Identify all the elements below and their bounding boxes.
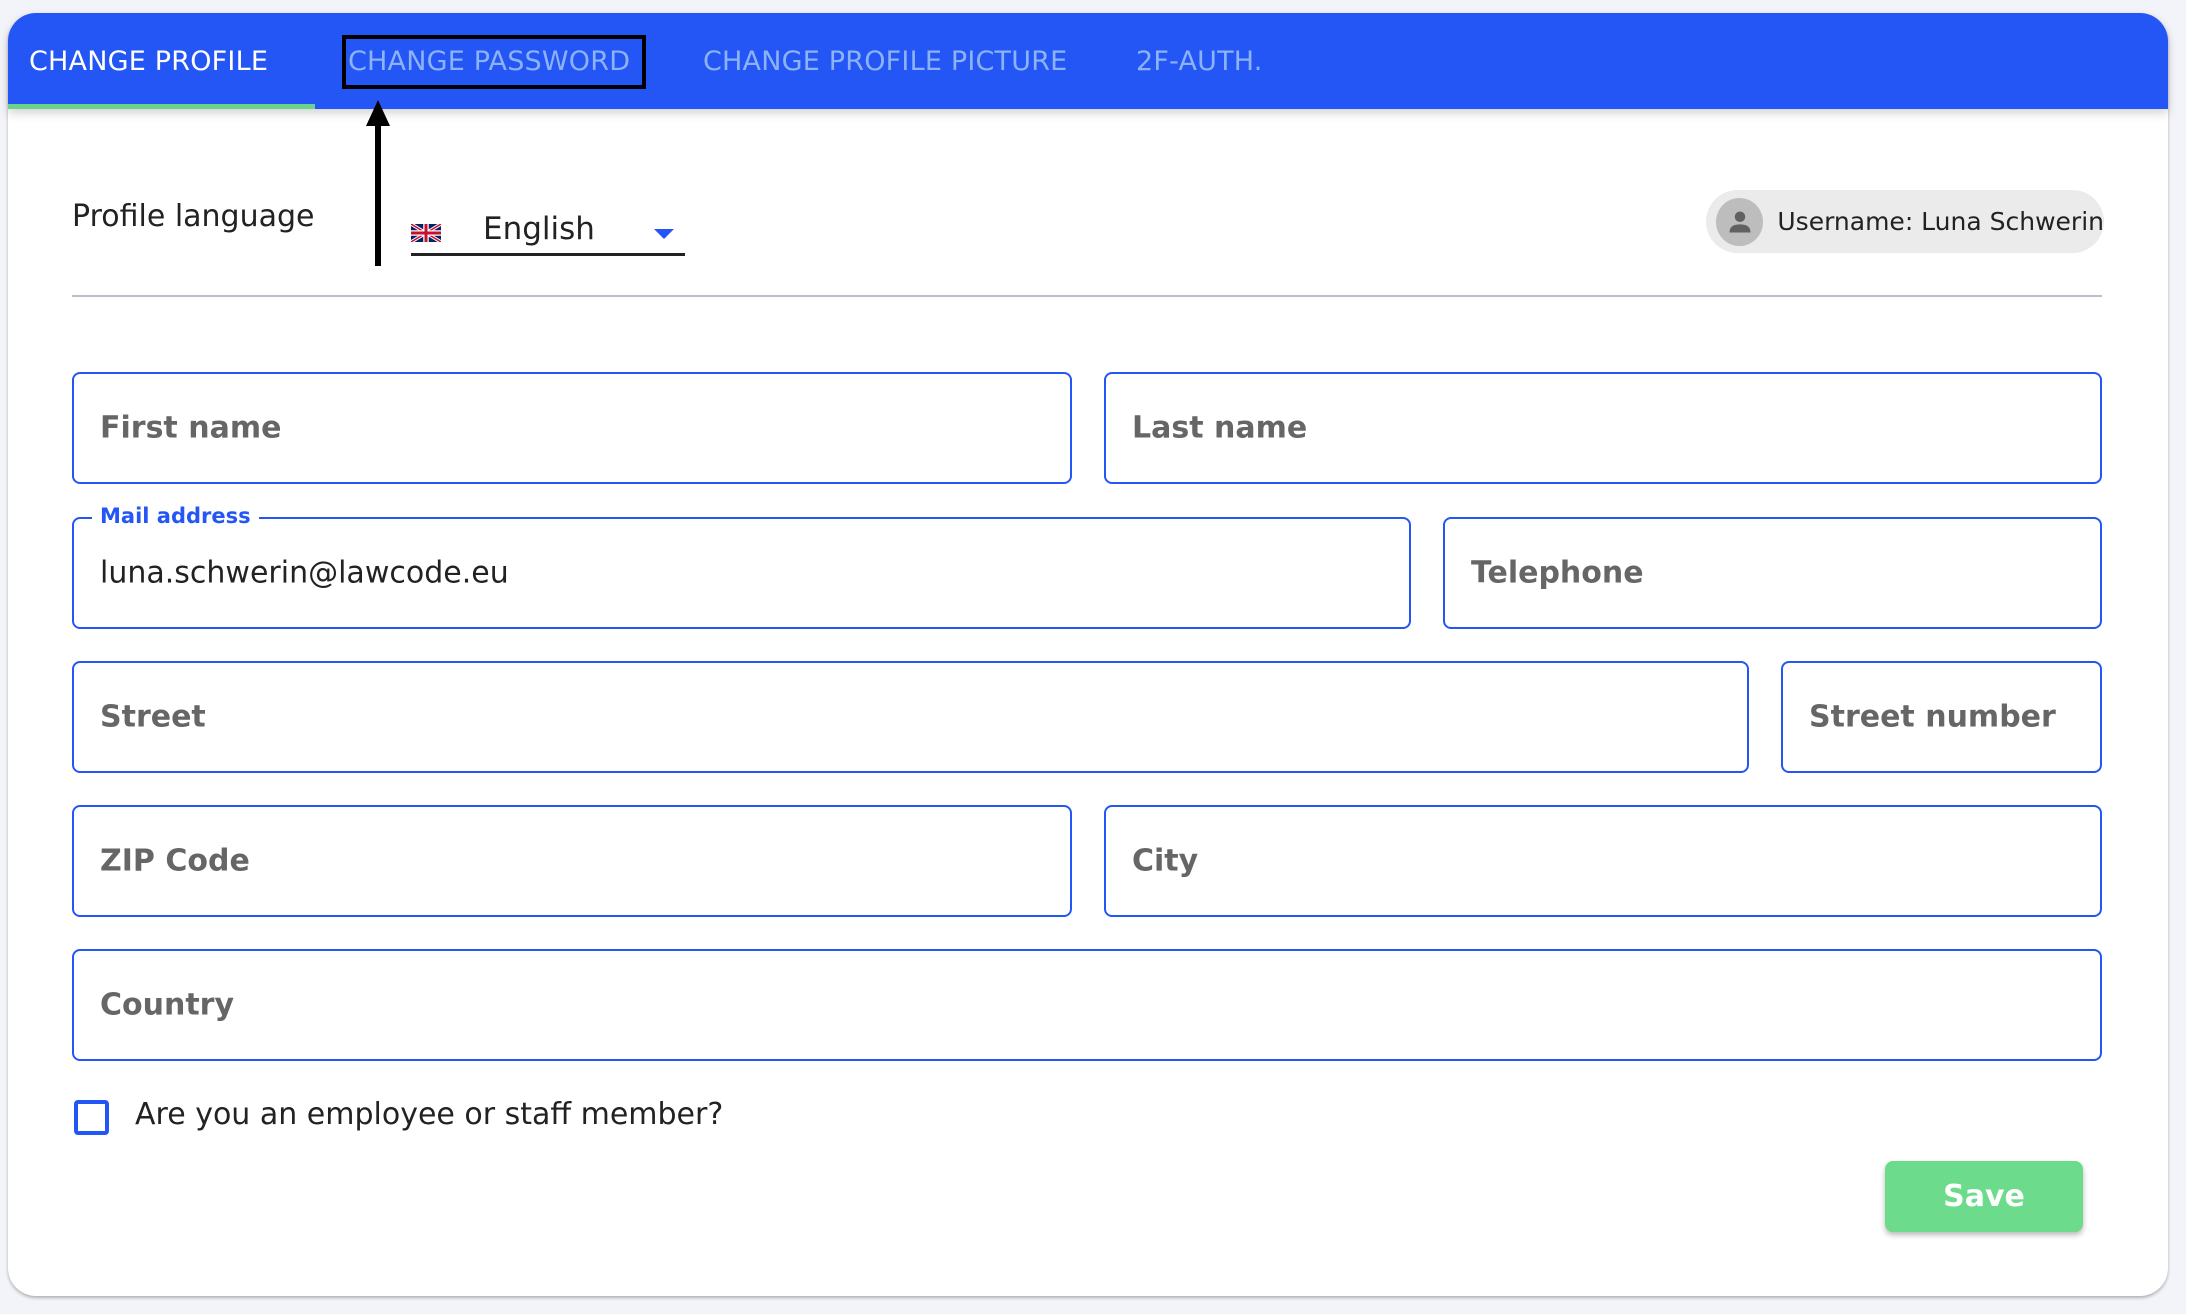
telephone-placeholder: Telephone	[1471, 555, 1644, 591]
last-name-placeholder: Last name	[1132, 410, 1308, 446]
username-text: Username: Luna Schwerin	[1777, 207, 2104, 236]
person-icon	[1729, 211, 1751, 232]
active-tab-indicator	[8, 104, 315, 109]
street-number-input[interactable]: Street number	[1781, 661, 2102, 773]
zip-code-placeholder: ZIP Code	[100, 843, 250, 879]
tab-change-profile-picture[interactable]: CHANGE PROFILE PICTURE	[703, 13, 1067, 109]
street-number-placeholder: Street number	[1809, 699, 2056, 735]
profile-language-label: Profile language	[72, 199, 315, 234]
username-chip: Username: Luna Schwerin	[1706, 190, 2104, 253]
employee-checkbox[interactable]	[74, 1100, 109, 1135]
city-input[interactable]: City	[1104, 805, 2102, 917]
first-name-placeholder: First name	[100, 410, 282, 446]
street-placeholder: Street	[100, 699, 206, 735]
language-select[interactable]: English	[411, 209, 685, 256]
save-button[interactable]: Save	[1885, 1161, 2083, 1232]
tab-change-profile[interactable]: CHANGE PROFILE	[29, 13, 268, 109]
language-select-value: English	[483, 211, 595, 247]
last-name-input[interactable]: Last name	[1104, 372, 2102, 484]
employee-checkbox-label[interactable]: Are you an employee or staff member?	[135, 1097, 723, 1132]
chevron-down-icon	[654, 229, 674, 239]
avatar	[1716, 197, 1764, 246]
country-placeholder: Country	[100, 987, 235, 1023]
tab-2f-auth[interactable]: 2F-AUTH.	[1136, 13, 1263, 109]
zip-code-input[interactable]: ZIP Code	[72, 805, 1072, 917]
mail-address-value: luna.schwerin@lawcode.eu	[100, 555, 509, 591]
section-divider	[72, 295, 2102, 297]
mail-address-label: Mail address	[92, 504, 259, 528]
profile-card: CHANGE PROFILE CHANGE PASSWORD CHANGE PR…	[8, 13, 2168, 1296]
country-input[interactable]: Country	[72, 949, 2102, 1061]
telephone-input[interactable]: Telephone	[1443, 517, 2102, 629]
tab-change-password[interactable]: CHANGE PASSWORD	[348, 13, 630, 109]
street-input[interactable]: Street	[72, 661, 1749, 773]
tab-bar: CHANGE PROFILE CHANGE PASSWORD CHANGE PR…	[8, 13, 2168, 109]
uk-flag-icon	[411, 224, 441, 242]
mail-address-input[interactable]: Mail address luna.schwerin@lawcode.eu	[72, 504, 1411, 629]
city-placeholder: City	[1132, 843, 1199, 879]
first-name-input[interactable]: First name	[72, 372, 1072, 484]
